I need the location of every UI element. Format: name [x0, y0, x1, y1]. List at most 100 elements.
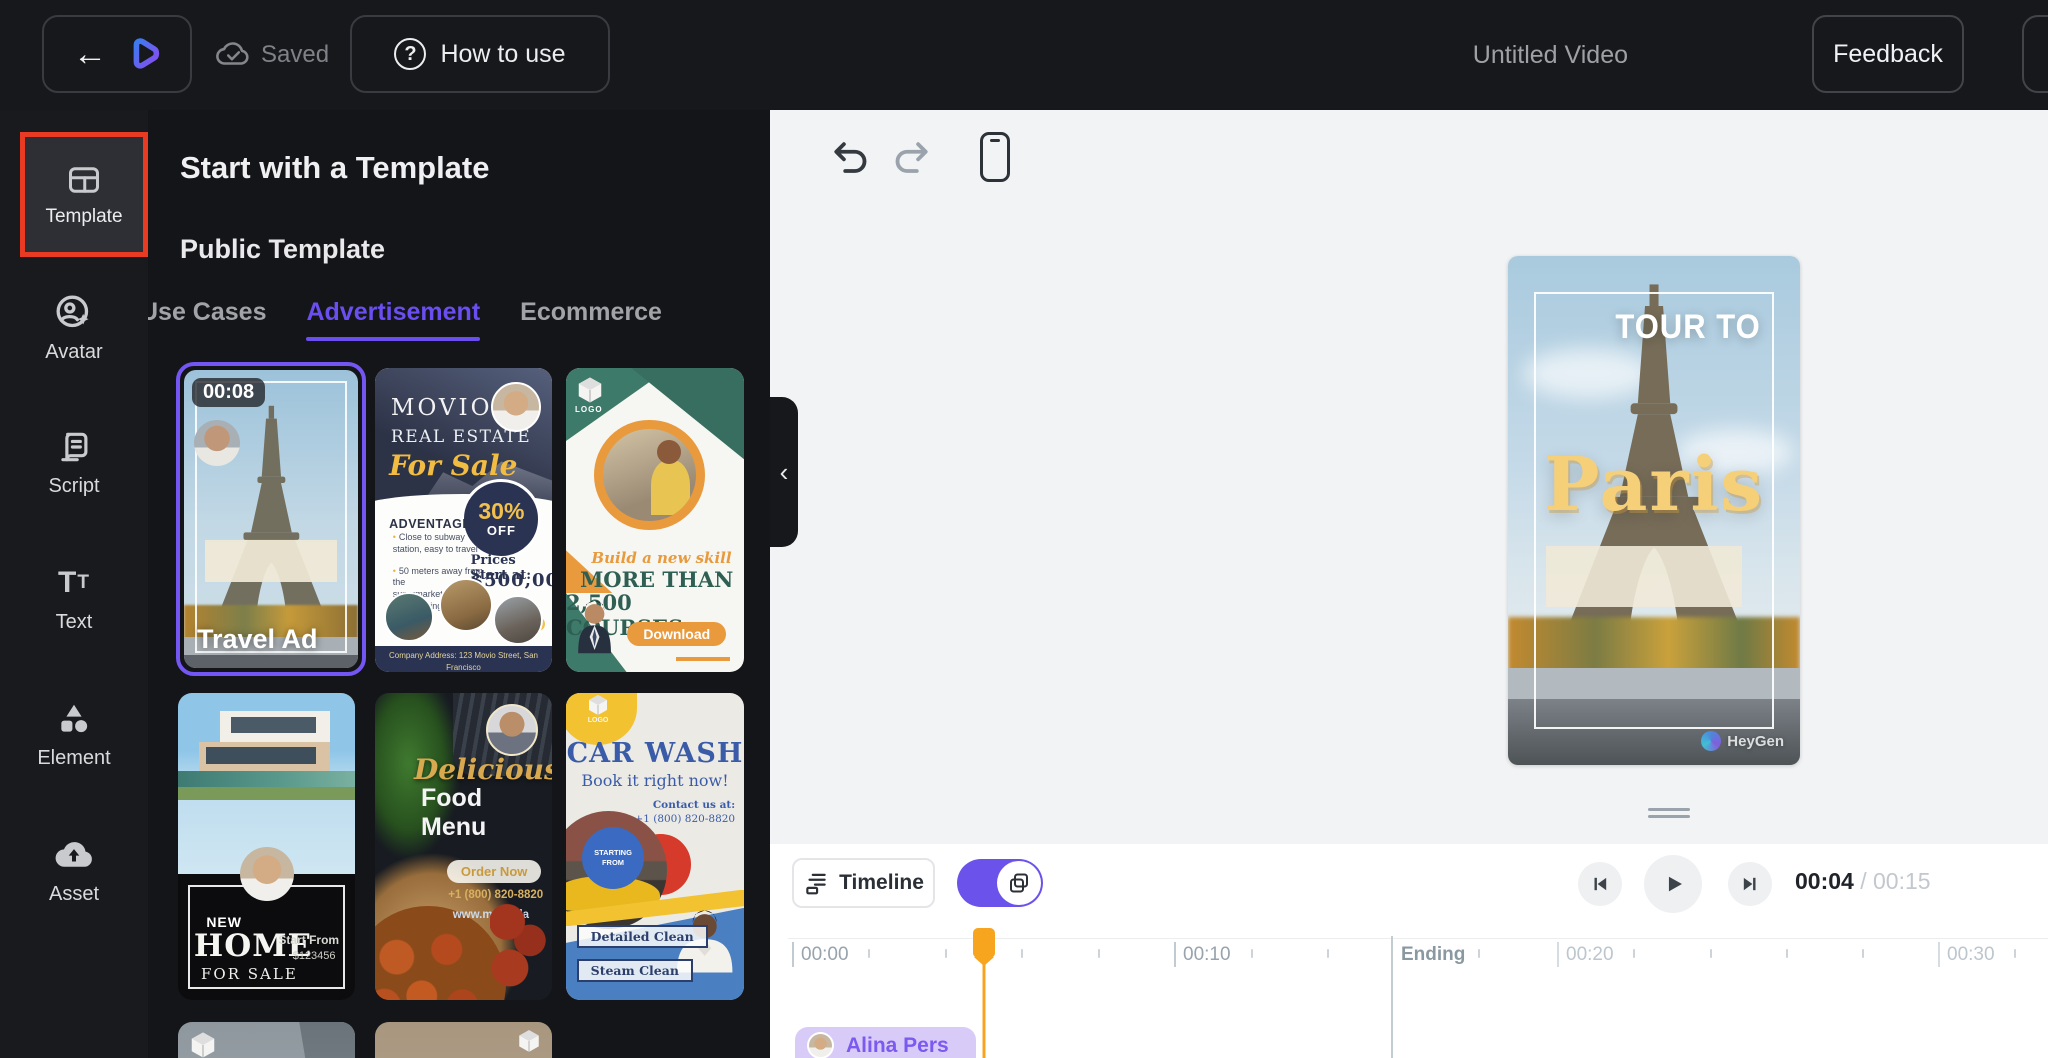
- playhead-handle: [973, 928, 995, 958]
- home-glass: [206, 747, 316, 763]
- sidebar-item-text[interactable]: TT Text: [0, 562, 148, 634]
- tab-use-cases[interactable]: Use Cases: [148, 298, 266, 341]
- watermark: HeyGen: [1701, 731, 1784, 751]
- feedback-button[interactable]: Feedback: [1812, 15, 1964, 93]
- template-card-car-wash[interactable]: LOGO CAR WASH Book it right now! Contact…: [566, 693, 744, 1000]
- sidebar-item-script[interactable]: Script: [0, 426, 148, 498]
- timeline-clip-avatar[interactable]: Alina Pers: [795, 1027, 976, 1058]
- sidebar-item-label: Script: [0, 475, 148, 498]
- ruler-tick-minor: [2014, 949, 2016, 958]
- ruler-tick-minor: [1710, 949, 1712, 958]
- timeline-button[interactable]: Timeline: [792, 858, 935, 908]
- current-time: 00:04: [1795, 868, 1854, 894]
- logo-cube: [516, 1028, 542, 1054]
- saved-status: Saved: [215, 0, 329, 110]
- script-icon: [0, 426, 148, 468]
- ruler-tick-major: [1938, 942, 1940, 967]
- panel-collapse-button[interactable]: ‹: [770, 397, 798, 547]
- how-to-use-button[interactable]: ? How to use: [350, 15, 610, 93]
- undo-button[interactable]: [826, 138, 870, 182]
- home-subtitle: FOR SALE: [201, 965, 298, 983]
- asset-upload-icon: [0, 834, 148, 876]
- time-display: 00:04 / 00:15: [1795, 868, 1931, 895]
- back-arrow-icon: ←: [73, 37, 107, 71]
- preview-kicker-text[interactable]: TOUR TO: [1508, 307, 1800, 347]
- courses-photo: [603, 429, 695, 521]
- movio-footer: Company Address: 123 Movio Street, San F…: [375, 646, 552, 672]
- food-title: Food Menu: [421, 784, 552, 842]
- panel-title: Start with a Template: [180, 150, 490, 186]
- courses-head: [657, 440, 681, 464]
- home-price: $123456: [293, 950, 336, 962]
- courses-script: Build a new skill: [591, 549, 731, 567]
- sidebar-item-label: Avatar: [0, 341, 148, 364]
- template-card-partial-1[interactable]: [178, 1022, 355, 1058]
- panel-section-title: Public Template: [180, 234, 385, 265]
- tab-ecommerce[interactable]: Ecommerce: [520, 298, 662, 341]
- ruler-tick-minor: [868, 949, 870, 958]
- preview-title-text[interactable]: Paris: [1508, 442, 1800, 528]
- preview-text-box[interactable]: [1546, 546, 1742, 607]
- skip-to-end-button[interactable]: [1728, 862, 1772, 906]
- template-tabs: Use Cases Advertisement Ecommerce: [148, 298, 662, 341]
- ruler-tick-major: [1174, 942, 1176, 967]
- ruler-time-label: 00:30: [1947, 944, 1995, 966]
- template-card-partial-2[interactable]: [375, 1022, 552, 1058]
- total-time: 00:15: [1873, 868, 1931, 894]
- home-grass: [178, 787, 355, 800]
- video-preview[interactable]: TOUR TO Paris HeyGen: [1508, 256, 1800, 765]
- video-title[interactable]: Untitled Video: [1473, 0, 1628, 110]
- cloud-saved-icon: [215, 38, 251, 72]
- playhead[interactable]: [973, 928, 995, 1058]
- back-button[interactable]: ←: [42, 15, 192, 93]
- template-art-travel: 00:08 Travel Ad: [184, 370, 358, 668]
- template-card-real-estate[interactable]: MOVIO REAL ESTATE For Sale 30% OFF ADVEN…: [375, 368, 552, 672]
- presenter-avatar: [486, 704, 538, 756]
- movio-photo-3: [493, 595, 543, 645]
- movio-photo-2: [439, 578, 493, 632]
- preview-resize-handle[interactable]: [1648, 808, 1690, 820]
- courses-presenter: [570, 572, 652, 672]
- courses-photo-ring: [594, 420, 704, 530]
- carwash-subtitle: Book it right now!: [566, 771, 744, 790]
- play-icon: [1660, 871, 1686, 897]
- presenter-avatar: [194, 420, 240, 466]
- question-icon: ?: [394, 38, 426, 70]
- app-window: ← Saved ? How to use Untitled Video Feed…: [0, 0, 2048, 1058]
- redo-button[interactable]: [892, 138, 936, 182]
- discount-off: OFF: [487, 523, 516, 538]
- top-bar: ← Saved ? How to use Untitled Video Feed…: [0, 0, 2048, 110]
- duration-badge: 00:08: [192, 378, 265, 407]
- skip-to-start-button[interactable]: [1578, 862, 1622, 906]
- template-card-courses[interactable]: LOGO Build a new skill MORE THAN 2,500 C…: [566, 368, 744, 672]
- partial-right-button[interactable]: [2022, 15, 2048, 93]
- ruler-tick-minor: [1098, 949, 1100, 958]
- sidebar-item-element[interactable]: Element: [0, 698, 148, 770]
- scene-link-toggle[interactable]: [957, 859, 1043, 907]
- presenter-avatar: [491, 382, 541, 432]
- sidebar-item-template[interactable]: Template: [20, 132, 148, 257]
- time-separator: /: [1860, 868, 1866, 894]
- travel-text-box: [205, 540, 337, 582]
- overlap-squares-icon: [1007, 871, 1031, 895]
- carwash-contact-label: Contact us at:: [653, 799, 735, 811]
- orientation-portrait-button[interactable]: [980, 132, 1010, 182]
- sidebar-item-avatar[interactable]: Avatar: [0, 292, 148, 364]
- template-name: Travel Ad: [197, 624, 318, 655]
- movio-photo-1: [384, 592, 434, 642]
- ruler-tick-minor: [1021, 949, 1023, 958]
- feedback-label: Feedback: [1833, 40, 1943, 69]
- template-card-food-menu[interactable]: Delicious Food Menu Order Now +1 (800) 8…: [375, 693, 552, 1000]
- movio-for-sale: For Sale: [389, 449, 517, 482]
- template-card-new-home[interactable]: NEW HOME FOR SALE Start From $123456: [178, 693, 355, 1000]
- tab-advertisement[interactable]: Advertisement: [306, 298, 480, 341]
- sidebar-item-asset[interactable]: Asset: [0, 834, 148, 906]
- play-button[interactable]: [1644, 855, 1702, 913]
- sidebar-item-label: Asset: [0, 883, 148, 906]
- skip-end-icon: [1739, 873, 1761, 895]
- carwash-title: CAR WASH: [566, 738, 744, 769]
- ending-label: Ending: [1401, 944, 1465, 966]
- courses-underline: [676, 657, 729, 661]
- watermark-label: HeyGen: [1727, 733, 1784, 750]
- template-card-travel-ad[interactable]: 00:08 Travel Ad: [176, 362, 366, 676]
